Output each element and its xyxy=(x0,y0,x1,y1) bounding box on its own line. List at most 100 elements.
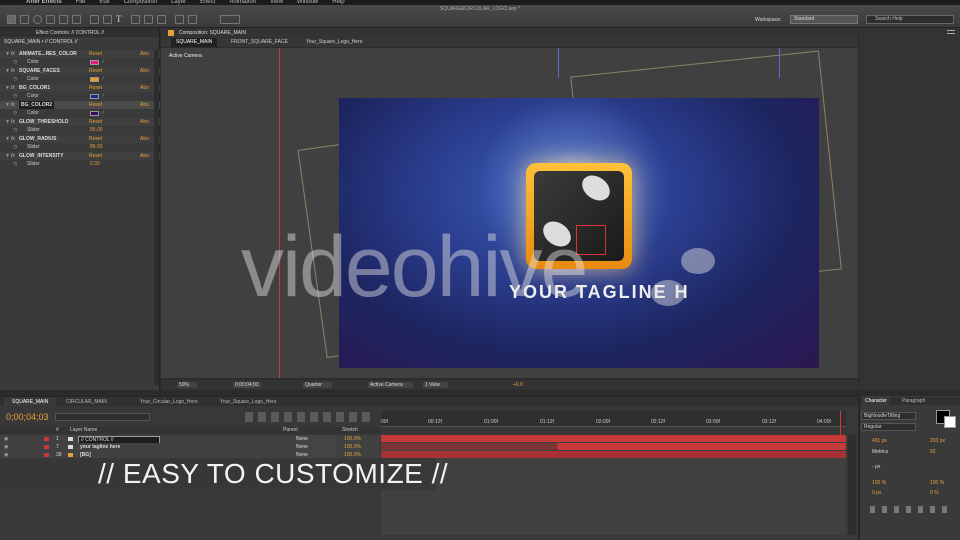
twirl-down-icon[interactable]: ▼ xyxy=(5,101,10,109)
twirl-down-icon[interactable]: ▼ xyxy=(5,118,10,126)
layer-row[interactable]: ◉ 1 // CONTROL // None 100.0% xyxy=(0,435,380,444)
panel-menu-icon[interactable] xyxy=(947,30,955,34)
label-color-icon[interactable] xyxy=(44,445,49,449)
about-link[interactable]: Abo xyxy=(140,118,149,126)
about-link[interactable]: Abo xyxy=(140,152,149,160)
label-color-icon[interactable] xyxy=(44,437,49,441)
tab-character[interactable]: Character xyxy=(862,397,890,405)
slider-value[interactable]: 85.00 xyxy=(90,143,103,151)
subtab-square-main[interactable]: SQUARE_MAIN xyxy=(171,38,218,47)
timecode-display[interactable]: 0;00;04;03 xyxy=(233,382,261,388)
subtab-your-square-logo[interactable]: Your_Square_Logo_Here xyxy=(306,38,363,47)
eyedropper-icon[interactable]: ⁄ xyxy=(103,94,109,99)
reset-link[interactable]: Reset xyxy=(89,152,102,160)
twirl-down-icon[interactable]: ▼ xyxy=(5,67,10,75)
fx-icon[interactable]: fx xyxy=(11,50,15,58)
timeline-timecode[interactable]: 0;00;04;03 xyxy=(6,412,49,422)
panel-scrollbar[interactable] xyxy=(154,50,159,385)
puppet-pin-tool-icon[interactable] xyxy=(188,15,197,24)
eyedropper-icon[interactable]: ⁄ xyxy=(103,111,109,116)
zoom-dropdown[interactable]: 50% xyxy=(177,382,198,388)
stroke-color-swatch[interactable] xyxy=(944,416,956,428)
clone-stamp-tool-icon[interactable] xyxy=(144,15,153,24)
visibility-icon[interactable]: ◉ xyxy=(4,435,8,443)
views-dropdown[interactable]: 1 View xyxy=(423,382,448,388)
layer-name[interactable]: your tagline here xyxy=(80,443,120,451)
effect-row-selected[interactable]: ▼ fx BG_COLOR2 Reset Abo xyxy=(0,101,160,109)
label-color-icon[interactable] xyxy=(44,453,49,457)
stopwatch-icon[interactable]: ◷ xyxy=(13,143,17,151)
fx-icon[interactable]: fx xyxy=(11,84,15,92)
effect-row[interactable]: ▼ fx GLOW_RADIUS Reset Abo xyxy=(0,135,160,143)
stopwatch-icon[interactable]: ◷ xyxy=(13,160,17,168)
twirl-down-icon[interactable]: ▼ xyxy=(5,84,10,92)
eyedropper-icon[interactable]: ⁄ xyxy=(103,77,109,82)
reset-link[interactable]: Reset xyxy=(89,84,102,92)
font-family-dropdown[interactable]: BigNoodleTitling xyxy=(861,412,916,420)
stopwatch-icon[interactable]: ◷ xyxy=(13,58,17,66)
leading-value[interactable]: 293 px xyxy=(930,438,945,444)
zoom-tool-icon[interactable] xyxy=(33,15,42,24)
timeline-tab-your-circular-logo[interactable]: Your_Circular_Logo_Here xyxy=(140,398,198,406)
about-link[interactable]: Abo xyxy=(140,135,149,143)
timeline-tab-your-square-logo[interactable]: Your_Square_Logo_Here xyxy=(220,398,277,406)
effect-controls-tab[interactable]: Effect Controls: // CONTROL // xyxy=(0,28,159,37)
resolution-dropdown[interactable]: Quarter xyxy=(303,382,332,388)
fx-icon[interactable]: fx xyxy=(11,152,15,160)
reset-link[interactable]: Reset xyxy=(89,101,102,109)
exposure-value[interactable]: +0.0 xyxy=(513,382,523,388)
twirl-down-icon[interactable]: ▼ xyxy=(5,152,10,160)
visibility-icon[interactable]: ◉ xyxy=(4,443,8,451)
brush-tool-icon[interactable] xyxy=(131,15,140,24)
rotate-tool-icon[interactable] xyxy=(46,15,55,24)
parent-dropdown[interactable]: None xyxy=(296,435,336,443)
layer-duration-bar[interactable] xyxy=(381,443,846,450)
fx-icon[interactable]: fx xyxy=(11,135,15,143)
twirl-down-icon[interactable]: ▼ xyxy=(5,135,10,143)
layer-row[interactable]: ◉ 7 your tagline here None 100.0% xyxy=(0,443,380,451)
layer-duration-bar[interactable] xyxy=(381,451,846,458)
rectangle-tool-icon[interactable] xyxy=(90,15,99,24)
effect-row[interactable]: ▼ fx BG_COLOR1 Reset Abo xyxy=(0,84,160,92)
timeline-tab-circular-main[interactable]: CIRCULAR_MAIN xyxy=(66,398,107,406)
slider-value[interactable]: 85.00 xyxy=(90,126,103,134)
effect-row[interactable]: ▼ fx GLOW_THRESHOLD Reset Abo xyxy=(0,118,160,126)
font-style-dropdown[interactable]: Regular xyxy=(861,423,916,431)
effect-row[interactable]: ▼ fx GLOW_INTENSITY Reset Abo xyxy=(0,152,160,160)
stopwatch-icon[interactable]: ◷ xyxy=(13,92,17,100)
stroke-width-value[interactable]: - px xyxy=(872,464,880,470)
twirl-down-icon[interactable]: ▼ xyxy=(5,50,10,58)
eraser-tool-icon[interactable] xyxy=(157,15,166,24)
stopwatch-icon[interactable]: ◷ xyxy=(13,126,17,134)
about-link[interactable]: Abo xyxy=(140,50,149,58)
color-swatch[interactable] xyxy=(90,77,99,82)
effect-row[interactable]: ▼ fx ANIMATE...RES_COLOR Reset Abo xyxy=(0,50,160,58)
text-style-buttons[interactable] xyxy=(870,506,950,513)
workspace-dropdown[interactable]: Standard xyxy=(790,15,858,24)
about-link[interactable]: Abo xyxy=(140,84,149,92)
vertical-scale-value[interactable]: 100 % xyxy=(872,480,886,486)
color-swatch[interactable] xyxy=(90,60,99,65)
type-tool-icon[interactable]: T xyxy=(116,15,125,24)
pan-behind-tool-icon[interactable] xyxy=(72,15,81,24)
composition-viewer[interactable]: Active Camera YOUR TAGLINE H videohive xyxy=(161,48,858,378)
fx-icon[interactable]: fx xyxy=(11,101,15,109)
stopwatch-icon[interactable]: ◷ xyxy=(13,75,17,83)
color-swatch[interactable] xyxy=(90,111,99,116)
eyedropper-icon[interactable]: ⁄ xyxy=(103,60,109,65)
time-ruler[interactable] xyxy=(381,411,846,427)
tab-paragraph[interactable]: Paragraph xyxy=(902,397,925,405)
stretch-value[interactable]: 100.0% xyxy=(344,435,361,443)
font-size-value[interactable]: 401 px xyxy=(872,438,887,444)
camera-dropdown[interactable]: Active Camera xyxy=(368,382,413,388)
layer-duration-bar[interactable] xyxy=(381,435,846,442)
reset-link[interactable]: Reset xyxy=(89,50,102,58)
fx-icon[interactable]: fx xyxy=(11,118,15,126)
parent-dropdown[interactable]: None xyxy=(296,443,336,451)
slider-value[interactable]: 0.30 xyxy=(90,160,100,168)
tracking-value[interactable]: 92 xyxy=(930,449,936,455)
tsume-value[interactable]: 0 % xyxy=(930,490,939,496)
effect-row[interactable]: ▼ fx SQUARE_FACES Reset Abo xyxy=(0,67,160,75)
search-help-input[interactable]: Search Help xyxy=(866,15,954,24)
timeline-scrollbar[interactable] xyxy=(848,435,856,535)
